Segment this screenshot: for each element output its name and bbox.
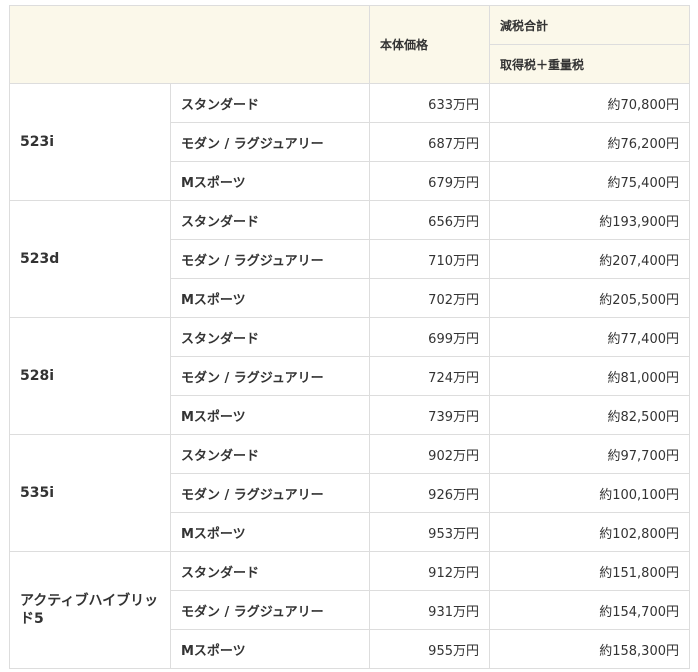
grade-cell: スタンダード <box>170 83 370 123</box>
grade-cell: モダン / ラグジュアリー <box>170 590 370 630</box>
price-cell: 912万円 <box>369 551 490 591</box>
table-row: 523i スタンダード 633万円 約70,800円 <box>9 83 690 201</box>
price-cell: 702万円 <box>369 278 490 318</box>
grade-cell: Mスポーツ <box>170 512 370 552</box>
tax-cell: 約81,000円 <box>489 356 690 396</box>
grade-cell: スタンダード <box>170 200 370 240</box>
price-cell: 710万円 <box>369 239 490 279</box>
grade-cell: モダン / ラグジュアリー <box>170 473 370 513</box>
tax-cell: 約205,500円 <box>489 278 690 318</box>
grade-cell: モダン / ラグジュアリー <box>170 356 370 396</box>
grade-cell: スタンダード <box>170 317 370 357</box>
grade-cell: モダン / ラグジュアリー <box>170 122 370 162</box>
grade-cell: Mスポーツ <box>170 629 370 669</box>
grade-cell: Mスポーツ <box>170 395 370 435</box>
tax-column-header: 減税合計 <box>489 5 690 45</box>
price-column-header: 本体価格 <box>369 5 490 84</box>
price-cell: 633万円 <box>369 83 490 123</box>
price-cell: 955万円 <box>369 629 490 669</box>
tax-cell: 約151,800円 <box>489 551 690 591</box>
grade-cell: Mスポーツ <box>170 161 370 201</box>
tax-cell: 約100,100円 <box>489 473 690 513</box>
tax-cell: 約77,400円 <box>489 317 690 357</box>
price-cell: 739万円 <box>369 395 490 435</box>
table-row: アクティブハイブリッド5 スタンダード 912万円 約151,800円 <box>9 551 690 669</box>
header-row: 本体価格 減税合計 <box>9 5 690 84</box>
price-cell: 931万円 <box>369 590 490 630</box>
price-cell: 953万円 <box>369 512 490 552</box>
price-cell: 926万円 <box>369 473 490 513</box>
grade-cell: Mスポーツ <box>170 278 370 318</box>
model-name-cell: 535i <box>9 434 171 552</box>
price-cell: 656万円 <box>369 200 490 240</box>
header-empty-cell <box>9 5 370 84</box>
table-row: 523d スタンダード 656万円 約193,900円 <box>9 200 690 318</box>
price-cell: 699万円 <box>369 317 490 357</box>
model-name-cell: 528i <box>9 317 171 435</box>
table-row: 528i スタンダード 699万円 約77,400円 <box>9 317 690 435</box>
tax-cell: 約75,400円 <box>489 161 690 201</box>
model-name-cell: アクティブハイブリッド5 <box>9 551 171 669</box>
price-tax-table: 本体価格 減税合計 取得税＋重量税 523i スタンダード 633万円 約70,800… <box>9 5 690 669</box>
grade-cell: スタンダード <box>170 434 370 474</box>
tax-cell: 約158,300円 <box>489 629 690 669</box>
price-cell: 679万円 <box>369 161 490 201</box>
tax-cell: 約76,200円 <box>489 122 690 162</box>
price-cell: 687万円 <box>369 122 490 162</box>
table-header: 本体価格 減税合計 取得税＋重量税 <box>9 5 690 84</box>
tax-cell: 約207,400円 <box>489 239 690 279</box>
tax-cell: 約102,800円 <box>489 512 690 552</box>
grade-cell: モダン / ラグジュアリー <box>170 239 370 279</box>
table-body: 523i スタンダード 633万円 約70,800円 モダン / ラグジュアリー 687万… <box>9 83 690 669</box>
tax-cell: 約70,800円 <box>489 83 690 123</box>
tax-cell: 約154,700円 <box>489 590 690 630</box>
tax-cell: 約193,900円 <box>489 200 690 240</box>
tax-subcolumn-header: 取得税＋重量税 <box>489 44 690 84</box>
model-name-cell: 523d <box>9 200 171 318</box>
price-cell: 902万円 <box>369 434 490 474</box>
tax-cell: 約97,700円 <box>489 434 690 474</box>
table-row: 535i スタンダード 902万円 約97,700円 <box>9 434 690 552</box>
grade-cell: スタンダード <box>170 551 370 591</box>
tax-cell: 約82,500円 <box>489 395 690 435</box>
model-name-cell: 523i <box>9 83 171 201</box>
price-cell: 724万円 <box>369 356 490 396</box>
